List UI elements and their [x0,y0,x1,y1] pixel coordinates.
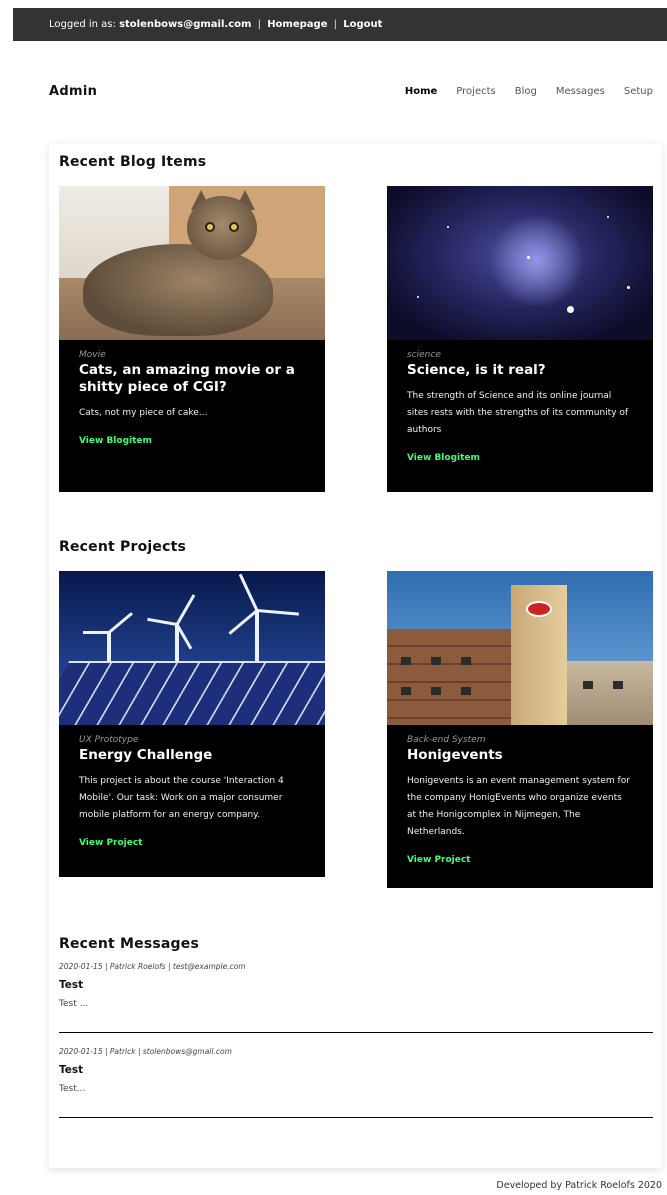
message-body: Test... [59,1084,86,1094]
message-body: Test ... [59,999,89,1009]
blog-card: Movie Cats, an amazing movie or a shitty… [59,186,325,492]
message-subject: Test [59,1064,84,1076]
project-category: UX Prototype [79,735,139,745]
blog-title: Science, is it real? [407,362,546,378]
message-meta: 2020-01-15 | Patrick Roelofs | test@exam… [59,962,246,971]
message-subject: Test [59,979,84,991]
homepage-link[interactable]: Homepage [267,19,327,30]
messages-section-heading: Recent Messages [59,936,199,952]
view-blogitem-link[interactable]: View Blogitem [407,453,633,463]
project-excerpt: Honigevents is an event management syste… [407,776,630,837]
view-blogitem-link[interactable]: View Blogitem [79,436,305,446]
project-title: Honigevents [407,747,503,763]
blog-card: science Science, is it real? The strengt… [387,186,653,492]
blog-excerpt: The strength of Science and its online j… [407,391,629,435]
cat-photo [59,186,325,340]
project-card: Back-end System Honigevents Honigevents … [387,571,653,888]
nav-item-home[interactable]: Home [405,86,437,97]
top-bar: Logged in as: stolenbows@gmail.com | Hom… [13,8,667,41]
blog-category: Movie [79,350,106,360]
logout-link[interactable]: Logout [343,19,382,30]
project-title: Energy Challenge [79,747,213,763]
main-nav: Home Projects Blog Messages Setup [405,86,653,97]
honig-building-photo [387,571,653,725]
nav-item-blog[interactable]: Blog [515,86,537,97]
galaxy-photo [387,186,653,340]
blog-category: science [407,350,441,360]
blog-section-heading: Recent Blog Items [59,154,207,170]
project-category: Back-end System [407,735,486,745]
wind-turbines-photo [59,571,325,725]
brand-title[interactable]: Admin [49,84,97,99]
view-project-link[interactable]: View Project [407,855,633,865]
nav-item-projects[interactable]: Projects [456,86,495,97]
blog-title: Cats, an amazing movie or a shitty piece… [79,362,295,395]
nav-item-setup[interactable]: Setup [624,86,653,97]
view-project-link[interactable]: View Project [79,838,305,848]
separator: | [333,19,338,30]
projects-section-heading: Recent Projects [59,539,187,555]
message-item[interactable]: 2020-01-15 | Patrick | stolenbows@gmail.… [59,1047,653,1118]
message-meta: 2020-01-15 | Patrick | stolenbows@gmail.… [59,1047,232,1056]
dashboard-card: Recent Blog Items Movie Cats, an amazing… [49,144,662,1168]
separator: | [257,19,261,30]
nav-item-messages[interactable]: Messages [556,86,605,97]
project-card: UX Prototype Energy Challenge This proje… [59,571,325,877]
logged-in-label: Logged in as: [49,19,116,30]
blog-excerpt: Cats, not my piece of cake... [79,408,208,418]
user-email: stolenbows@gmail.com [119,19,252,30]
footer-credit: Developed by Patrick Roelofs 2020 [496,1180,662,1191]
message-item[interactable]: 2020-01-15 | Patrick Roelofs | test@exam… [59,962,653,1033]
project-excerpt: This project is about the course 'Intera… [79,776,284,820]
